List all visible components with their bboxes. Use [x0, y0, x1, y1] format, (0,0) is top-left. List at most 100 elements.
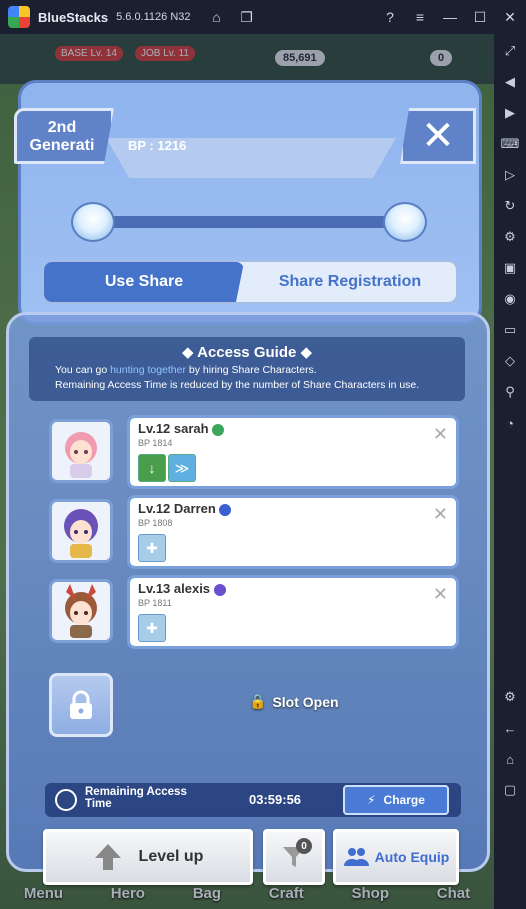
- remaining-time-label: Remaining Access Time: [85, 786, 187, 810]
- character-avatar[interactable]: [49, 579, 113, 643]
- connector-line: [91, 216, 411, 228]
- level-up-label: Level up: [138, 848, 204, 865]
- close-button[interactable]: ✕: [400, 108, 476, 164]
- character-name-text: Lv.13 alexis: [138, 581, 211, 596]
- eco-mode-icon[interactable]: ◇: [501, 352, 519, 370]
- bluestacks-sidebar: ⤢ ◀ ▶ ⌨ ▷ ↻ ⚙ ▣ ◉ ▭ ◇ ⚲ ◔ ⚙ ← ⌂ ▢: [494, 34, 526, 909]
- sidebar-spacer: [501, 445, 519, 675]
- character-card[interactable]: Lv.12 Darren BP 1808 ✕ ✚: [127, 495, 459, 569]
- bp-fragment: BP : 1216: [128, 138, 187, 153]
- lock-icon: [70, 690, 92, 719]
- guide-line1-highlight: hunting together: [110, 364, 186, 376]
- share-dialog: 2nd Generati BP : 1216 ✕ Use Share Share…: [6, 78, 490, 885]
- slot-open-button[interactable]: 🔒 Slot Open: [249, 693, 339, 710]
- character-name: Lv.12 sarah: [138, 421, 225, 436]
- menu-icon[interactable]: ≡: [410, 7, 430, 27]
- video-icon[interactable]: ▷: [501, 166, 519, 184]
- guide-line1-prefix: You can go: [55, 364, 111, 376]
- replay-icon[interactable]: ↻: [501, 197, 519, 215]
- character-bp: BP 1808: [138, 518, 173, 528]
- bluestacks-logo-icon: [8, 6, 30, 28]
- generation-tab-label: 2nd Generati: [29, 119, 95, 154]
- minimize-icon[interactable]: —: [440, 7, 460, 27]
- remove-character-icon[interactable]: ✕: [433, 584, 448, 605]
- skill-arrows-icon: ↓: [138, 454, 166, 482]
- remaining-time-bar: Remaining Access Time 03:59:56 ⚡ Charge: [45, 783, 461, 817]
- generation-tab[interactable]: 2nd Generati: [14, 108, 114, 164]
- tab-share-registration-label: Share Registration: [278, 273, 422, 290]
- dialog-body: ◆ Access Guide ◆ You can go hunting toge…: [6, 312, 490, 885]
- share-character-row[interactable]: Lv.13 alexis BP 1811 ✕ ✚: [45, 575, 465, 649]
- keyboard-icon[interactable]: ⌨: [501, 135, 520, 153]
- character-name: Lv.12 Darren: [138, 501, 232, 516]
- auto-equip-button[interactable]: Auto Equip: [333, 829, 459, 885]
- auto-equip-label: Auto Equip: [374, 849, 450, 865]
- apk-icon[interactable]: ▣: [501, 259, 519, 277]
- share-character-row[interactable]: Lv.12 Darren BP 1808 ✕ ✚: [45, 495, 465, 569]
- home-icon[interactable]: ⌂: [207, 7, 227, 27]
- clock-icon: [55, 789, 77, 811]
- skill-heal-icon: ✚: [138, 614, 166, 642]
- access-guide-line2: Remaining Access Time is reduced by the …: [55, 379, 420, 391]
- access-guide: ◆ Access Guide ◆ You can go hunting toge…: [29, 337, 465, 401]
- help-icon[interactable]: ?: [380, 7, 400, 27]
- volume-icon[interactable]: ◀: [501, 73, 519, 91]
- character-avatar[interactable]: [49, 499, 113, 563]
- charge-button[interactable]: ⚡ Charge: [343, 785, 449, 815]
- maximize-icon[interactable]: ☐: [470, 7, 490, 27]
- tab-use-share[interactable]: Use Share: [44, 262, 244, 302]
- folder-icon[interactable]: ▭: [501, 321, 519, 339]
- locked-slot[interactable]: [49, 673, 113, 737]
- expand-icon[interactable]: ⤢: [501, 42, 519, 60]
- job-class-icon: [219, 503, 232, 516]
- tab-share-registration[interactable]: Share Registration: [244, 262, 456, 302]
- skill-heal-icon: ✚: [138, 534, 166, 562]
- people-icon: [343, 848, 369, 866]
- remove-character-icon[interactable]: ✕: [433, 504, 448, 525]
- character-avatar[interactable]: [49, 419, 113, 483]
- game-viewport: BASE Lv. 14 JOB Lv. 11 85,691 0 Menu Her…: [0, 34, 494, 909]
- up-arrow-icon: [94, 844, 121, 870]
- close-icon: ✕: [421, 114, 455, 158]
- character-name-text: Lv.12 Darren: [138, 501, 216, 516]
- level-up-button[interactable]: Level up: [43, 829, 253, 885]
- tab-use-share-label: Use Share: [104, 273, 184, 290]
- charge-icon: ⚡: [367, 793, 376, 807]
- bluestacks-titlebar: BlueStacks 5.6.0.1126 N32 ⌂ ❐ ? ≡ — ☐ ✕: [0, 0, 526, 34]
- job-class-icon: [212, 423, 225, 436]
- lock-icon: 🔒: [249, 693, 267, 709]
- access-guide-title-text: Access Guide: [197, 344, 297, 361]
- recent-apps-icon[interactable]: ▢: [501, 781, 519, 799]
- back-icon[interactable]: ←: [501, 719, 519, 737]
- remove-character-icon[interactable]: ✕: [433, 424, 448, 445]
- multi-instance-icon[interactable]: ❐: [237, 7, 257, 27]
- app-name: BlueStacks: [38, 9, 109, 25]
- home-icon[interactable]: ⌂: [501, 750, 519, 768]
- close-icon[interactable]: ✕: [500, 7, 520, 27]
- connector-bar: [71, 202, 431, 242]
- charge-label: Charge: [383, 793, 425, 807]
- access-guide-line1: You can go hunting together by hiring Sh…: [55, 364, 465, 376]
- slot-open-label: Slot Open: [272, 693, 339, 710]
- character-bp: BP 1814: [138, 438, 173, 448]
- character-card[interactable]: Lv.12 sarah BP 1814 ✕ ↓ ≫: [127, 415, 459, 489]
- character-bp: BP 1811: [138, 598, 172, 608]
- app-version: 5.6.0.1126 N32: [116, 11, 191, 23]
- macro-icon[interactable]: ⚙: [501, 228, 519, 246]
- character-name-text: Lv.12 sarah: [138, 421, 209, 436]
- settings-icon[interactable]: ⚙: [501, 688, 519, 706]
- screenshot-icon[interactable]: ◉: [501, 290, 519, 308]
- remaining-time-value: 03:59:56: [249, 792, 302, 807]
- skill-wind-icon: ≫: [168, 454, 196, 482]
- screen-record-icon[interactable]: ▶: [501, 104, 519, 122]
- connector-knob-right: [383, 202, 427, 242]
- character-card[interactable]: Lv.13 alexis BP 1811 ✕ ✚: [127, 575, 459, 649]
- access-guide-title: ◆ Access Guide ◆: [181, 344, 313, 361]
- speed-icon[interactable]: ◔: [501, 414, 519, 432]
- action-buttons: Level up 0 Auto Equip: [41, 829, 461, 889]
- filter-button[interactable]: 0: [263, 829, 325, 885]
- job-class-icon: [213, 583, 226, 596]
- guide-line1-suffix: by hiring Share Characters.: [186, 364, 317, 376]
- location-icon[interactable]: ⚲: [501, 383, 519, 401]
- share-character-row[interactable]: Lv.12 sarah BP 1814 ✕ ↓ ≫: [45, 415, 465, 489]
